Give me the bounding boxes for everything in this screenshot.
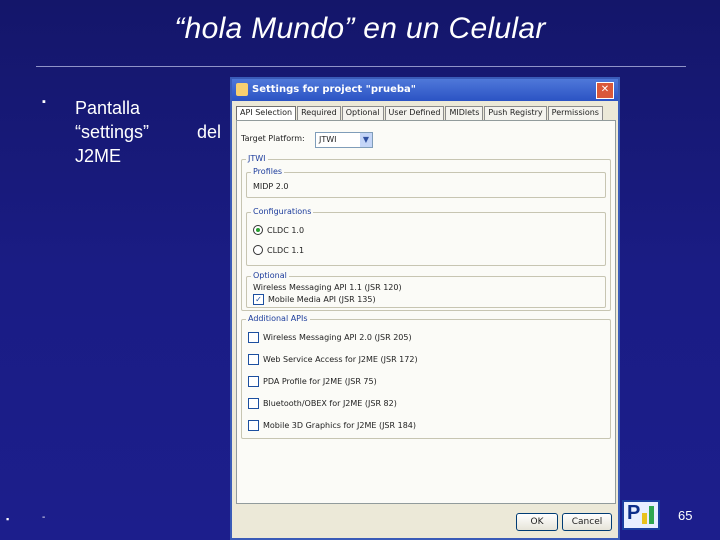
api-selection-panel: Target Platform: JTWI ▼ JTWI Profiles MI… (236, 120, 616, 504)
additional-item-label: Wireless Messaging API 2.0 (JSR 205) (263, 333, 412, 342)
optional-item-mma[interactable]: ✓ Mobile Media API (JSR 135) (253, 294, 376, 305)
checkbox-icon[interactable] (248, 376, 259, 387)
logo-bar-icon (649, 506, 654, 524)
config-label: CLDC 1.0 (267, 225, 305, 235)
footer-dash: - (42, 512, 46, 523)
profiles-group: Profiles MIDP 2.0 (246, 167, 606, 198)
bullet-line-2-del: del (197, 122, 222, 142)
optional-legend: Optional (251, 271, 289, 280)
additional-item-wma2[interactable]: Wireless Messaging API 2.0 (JSR 205) (248, 332, 412, 343)
bullet-text: Pantalla “settings” del J2ME (75, 96, 245, 168)
additional-item-label: Bluetooth/OBEX for J2ME (JSR 82) (263, 399, 397, 408)
bullet-line-3: J2ME (75, 146, 122, 166)
dialog-title: Settings for project "prueba" (252, 84, 416, 95)
close-icon[interactable]: ✕ (596, 82, 614, 99)
tab-push-registry[interactable]: Push Registry (484, 106, 547, 120)
settings-tabs: API Selection Required Optional User Define… (236, 106, 604, 120)
checkbox-icon[interactable] (248, 398, 259, 409)
additional-apis-legend: Additional APIs (246, 314, 310, 323)
optional-group: Optional Wireless Messaging API 1.1 (JSR… (246, 271, 606, 308)
bullet-line-1: Pantalla (75, 98, 141, 118)
additional-item-label: Mobile 3D Graphics for J2ME (JSR 184) (263, 421, 416, 430)
logo-letter: P (627, 502, 641, 524)
cancel-button[interactable]: Cancel (562, 513, 612, 531)
jtwi-legend: JTWI (246, 154, 268, 163)
tab-optional[interactable]: Optional (341, 106, 384, 120)
radio-icon[interactable] (253, 245, 263, 255)
configurations-group: Configurations CLDC 1.0 CLDC 1.1 (246, 207, 606, 266)
bullet-marker: ▪ (42, 96, 46, 108)
tab-permissions[interactable]: Permissions (547, 106, 603, 120)
checkbox-icon[interactable] (248, 354, 259, 365)
tab-user-defined[interactable]: User Defined (384, 106, 445, 120)
ok-button[interactable]: OK (516, 513, 558, 531)
config-option-cldc11[interactable]: CLDC 1.1 (253, 245, 304, 255)
optional-item-label: Mobile Media API (JSR 135) (268, 295, 376, 304)
additional-item-label: PDA Profile for J2ME (JSR 75) (263, 377, 377, 386)
additional-item-m3g[interactable]: Mobile 3D Graphics for J2ME (JSR 184) (248, 420, 416, 431)
additional-item-label: Web Service Access for J2ME (JSR 172) (263, 355, 418, 364)
footer-bullet: ▪ (6, 514, 10, 524)
slide-title: “hola Mundo” en un Celular (174, 12, 546, 45)
additional-item-bluetooth[interactable]: Bluetooth/OBEX for J2ME (JSR 82) (248, 398, 397, 409)
tab-required[interactable]: Required (297, 106, 341, 120)
checkbox-icon[interactable] (248, 332, 259, 343)
checkbox-icon[interactable] (248, 420, 259, 431)
optional-item-wma: Wireless Messaging API 1.1 (JSR 120) (253, 283, 402, 292)
target-platform-select[interactable]: JTWI ▼ (315, 132, 373, 148)
config-option-cldc10[interactable]: CLDC 1.0 (253, 225, 304, 235)
profile-value: MIDP 2.0 (253, 182, 289, 191)
dialog-titlebar[interactable]: Settings for project "prueba" ✕ (232, 79, 618, 101)
logo-bar-icon (642, 513, 647, 524)
config-label: CLDC 1.1 (267, 245, 305, 255)
title-divider (36, 66, 686, 67)
tab-midlets[interactable]: MIDlets (445, 106, 484, 120)
page-number: 65 (678, 508, 693, 523)
presentation-logo: P (622, 500, 660, 530)
additional-item-wsa[interactable]: Web Service Access for J2ME (JSR 172) (248, 354, 418, 365)
target-platform-value: JTWI (319, 135, 337, 144)
java-cup-icon (236, 83, 248, 96)
tab-api-selection[interactable]: API Selection (236, 106, 297, 120)
jtwi-group: JTWI Profiles MIDP 2.0 Configurations CL… (241, 154, 611, 311)
additional-item-pda[interactable]: PDA Profile for J2ME (JSR 75) (248, 376, 377, 387)
settings-dialog: Settings for project "prueba" ✕ API Sele… (230, 77, 620, 540)
target-platform-label: Target Platform: (241, 134, 305, 143)
chevron-down-icon: ▼ (360, 133, 372, 147)
profiles-legend: Profiles (251, 167, 285, 176)
checkbox-checked-icon[interactable]: ✓ (253, 294, 264, 305)
configurations-legend: Configurations (251, 207, 314, 216)
additional-apis-group: Additional APIs Wireless Messaging API 2… (241, 314, 611, 439)
radio-selected-icon[interactable] (253, 225, 263, 235)
